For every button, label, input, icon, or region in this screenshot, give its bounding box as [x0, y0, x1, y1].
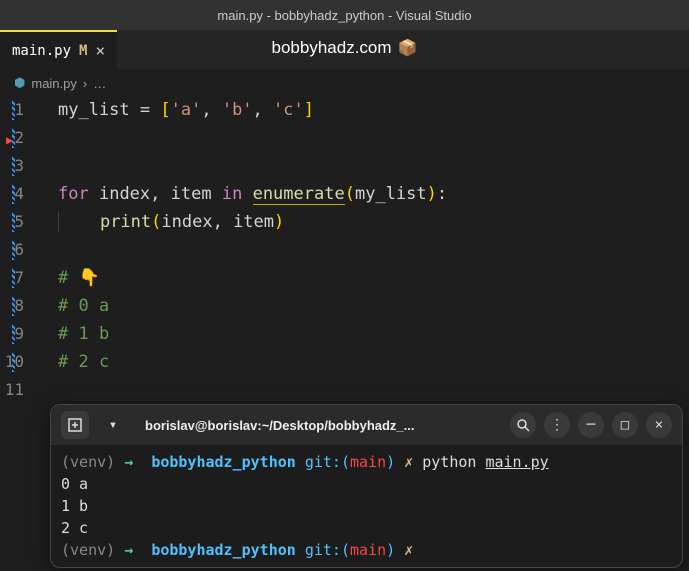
- code-line: # 0 a: [58, 292, 689, 320]
- editor-tab-bar: main.py M × bobbyhadz.com 📦: [0, 30, 689, 70]
- watermark-text: bobbyhadz.com: [272, 38, 392, 58]
- breakpoint-marker[interactable]: ▶: [6, 126, 13, 154]
- terminal-header: ▾ borislav@borislav:~/Desktop/bobbyhadz_…: [51, 405, 682, 445]
- git-change-mark: [12, 212, 15, 232]
- watermark: bobbyhadz.com 📦: [272, 38, 418, 58]
- code-line: [58, 376, 689, 404]
- breadcrumb-more: …: [93, 76, 106, 91]
- chevron-down-icon[interactable]: ▾: [99, 411, 127, 439]
- code-line: [58, 124, 689, 152]
- menu-icon[interactable]: ⋮: [544, 412, 570, 438]
- line-number: 1: [0, 96, 24, 124]
- line-number: 8: [0, 292, 24, 320]
- code-area[interactable]: ▶ my_list = ['a', 'b', 'c'] for index, i…: [30, 96, 689, 404]
- code-line: # 2 c: [58, 348, 689, 376]
- python-file-icon: ⬢: [14, 75, 25, 91]
- git-change-mark: [12, 240, 15, 260]
- terminal-output: 2 c: [61, 517, 672, 539]
- code-line: my_list = ['a', 'b', 'c']: [58, 96, 689, 124]
- close-icon[interactable]: ×: [95, 43, 105, 59]
- line-number-gutter: 1 2 3 4 5 6 7 8 9 10 11: [0, 96, 30, 404]
- tab-modified-badge: M: [79, 43, 87, 59]
- terminal-line: (venv) → bobbyhadz_python git:(main) ✗: [61, 539, 672, 561]
- box-icon: 📦: [398, 38, 418, 58]
- terminal-output: 1 b: [61, 495, 672, 517]
- code-line: # 👇: [58, 264, 689, 292]
- window-title-bar: main.py - bobbyhadz_python - Visual Stud…: [0, 0, 689, 30]
- search-icon[interactable]: [510, 412, 536, 438]
- breadcrumb[interactable]: ⬢ main.py › …: [0, 70, 689, 96]
- tab-label: main.py: [12, 43, 71, 59]
- git-change-mark: [12, 184, 15, 204]
- breadcrumb-file: main.py: [31, 76, 77, 91]
- code-line: [58, 152, 689, 180]
- new-tab-button[interactable]: [61, 411, 89, 439]
- line-number: 6: [0, 236, 24, 264]
- git-change-mark: [12, 324, 15, 344]
- window-title: main.py - bobbyhadz_python - Visual Stud…: [217, 8, 471, 23]
- minimize-button[interactable]: ─: [578, 412, 604, 438]
- code-line: for index, item in enumerate(my_list):: [58, 180, 689, 208]
- code-line: [58, 236, 689, 264]
- terminal-body[interactable]: (venv) → bobbyhadz_python git:(main) ✗ p…: [51, 445, 682, 567]
- terminal-window: ▾ borislav@borislav:~/Desktop/bobbyhadz_…: [50, 404, 683, 568]
- line-number: 5: [0, 208, 24, 236]
- line-number: 11: [0, 376, 24, 404]
- line-number: 4: [0, 180, 24, 208]
- line-number: 7: [0, 264, 24, 292]
- line-number: 9: [0, 320, 24, 348]
- git-change-mark: [12, 156, 15, 176]
- git-change-mark: [12, 296, 15, 316]
- line-number: 3: [0, 152, 24, 180]
- terminal-title: borislav@borislav:~/Desktop/bobbyhadz_..…: [137, 418, 500, 433]
- code-editor[interactable]: 1 2 3 4 5 6 7 8 9 10 11 ▶ my_list = ['a'…: [0, 96, 689, 404]
- terminal-line: (venv) → bobbyhadz_python git:(main) ✗ p…: [61, 451, 672, 473]
- git-change-mark: [12, 100, 15, 120]
- close-button[interactable]: ×: [646, 412, 672, 438]
- maximize-button[interactable]: □: [612, 412, 638, 438]
- chevron-right-icon: ›: [83, 76, 87, 91]
- code-line: # 1 b: [58, 320, 689, 348]
- editor-tab-main[interactable]: main.py M ×: [0, 30, 117, 69]
- code-line: print(index, item): [58, 208, 689, 236]
- terminal-output: 0 a: [61, 473, 672, 495]
- line-number: 10: [0, 348, 24, 376]
- git-change-mark: [12, 268, 15, 288]
- git-change-mark: [12, 352, 15, 372]
